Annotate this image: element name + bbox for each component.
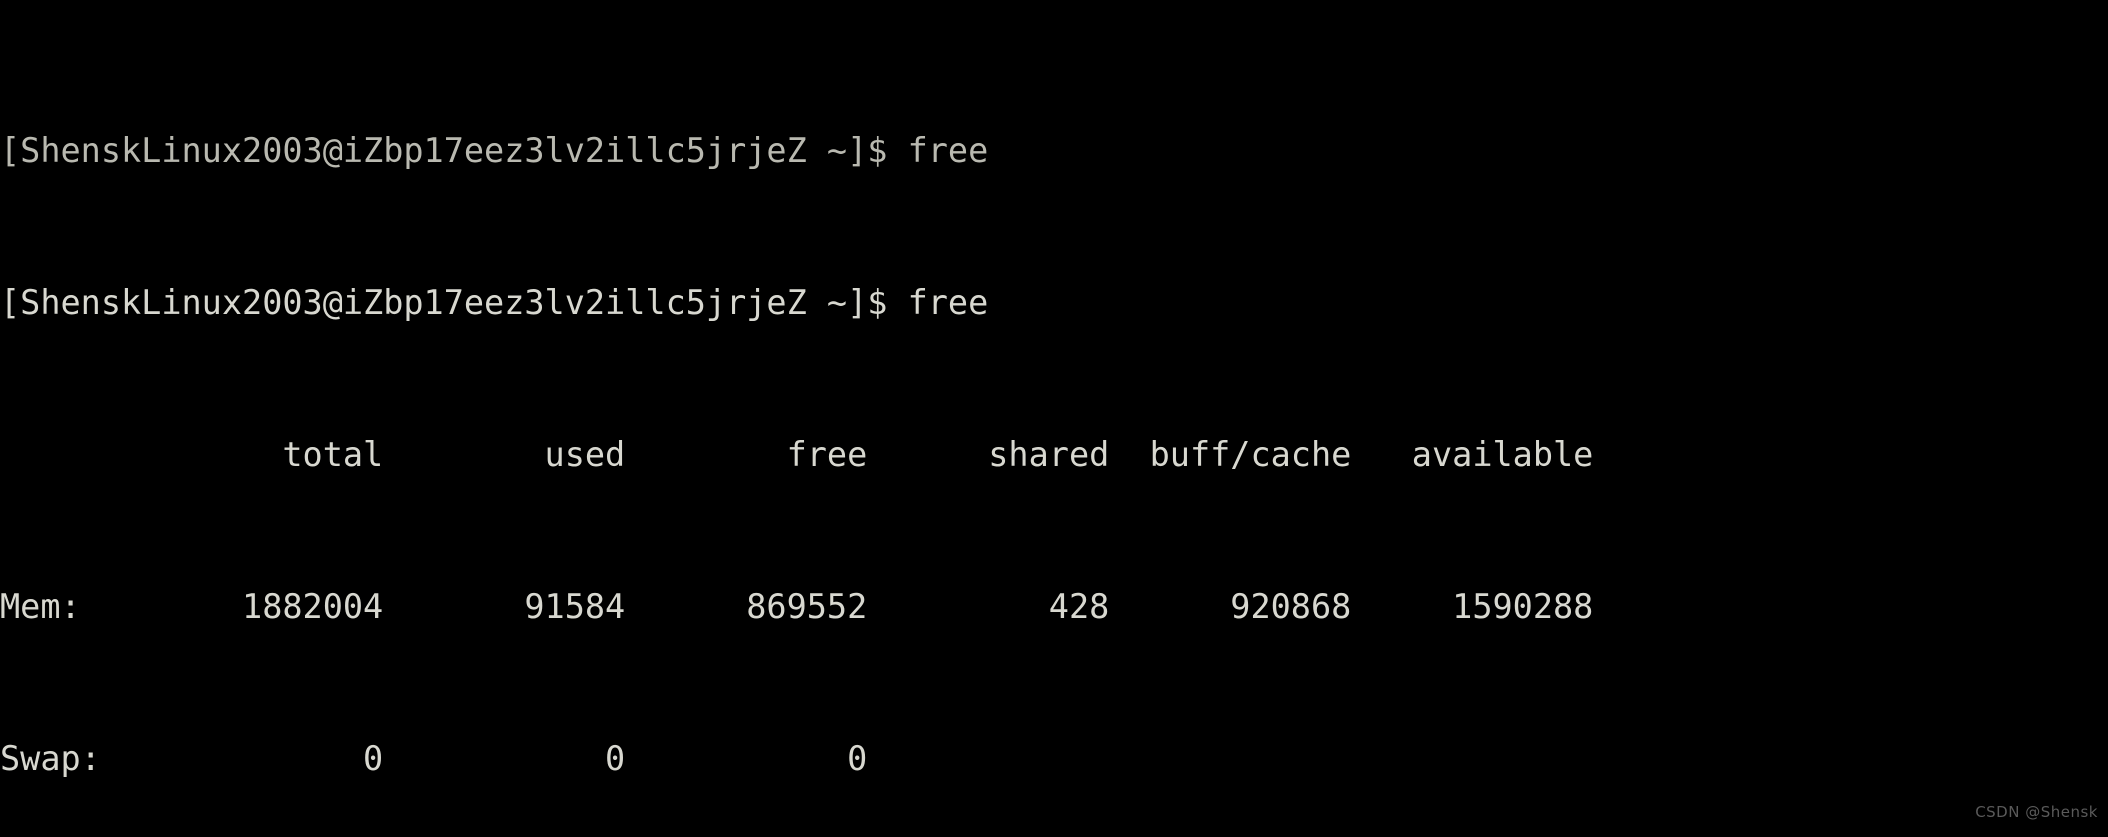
scrollback-partial-line: [ShenskLinux2003@iZbp17eez3lv2illc5jrjeZ…	[0, 131, 989, 170]
table-header-free: total used free shared buff/cache availa…	[0, 435, 1594, 474]
csdn-watermark: CSDN @Shensk	[1975, 803, 2098, 821]
table-row-swap-free: Swap: 0 0 0	[0, 739, 868, 778]
command-line-free[interactable]: [ShenskLinux2003@iZbp17eez3lv2illc5jrjeZ…	[0, 284, 2108, 322]
terminal-screen: [ShenskLinux2003@iZbp17eez3lv2illc5jrjeZ…	[0, 0, 2108, 837]
terminal-window[interactable]: [ShenskLinux2003@iZbp17eez3lv2illc5jrjeZ…	[0, 0, 2108, 837]
table-row-mem-free: Mem: 1882004 91584 869552 428 920868 159…	[0, 587, 1594, 626]
